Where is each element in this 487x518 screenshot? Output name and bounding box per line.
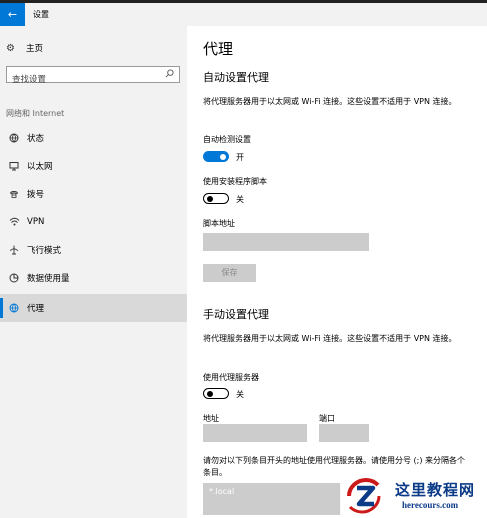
sidebar-item-label: 飞行模式 — [27, 246, 62, 256]
toggle-knob — [206, 390, 213, 397]
setup-script-state: 关 — [236, 195, 244, 204]
manual-proxy-description: 将代理服务器用于以太网或 Wi-Fi 连接。这些设置不适用于 VPN 连接。 — [203, 334, 457, 343]
proxy-port-label: 端口 — [319, 414, 335, 423]
sidebar-item-label: VPN — [27, 217, 45, 227]
setup-script-label: 使用安装程序脚本 — [203, 177, 267, 186]
sidebar-item-label: 拨号 — [27, 190, 45, 200]
globe-icon — [7, 131, 21, 145]
window-title: 设置 — [33, 10, 49, 19]
group-label: 网络和 Internet — [6, 109, 65, 118]
exceptions-value: *.local — [209, 487, 235, 496]
auto-detect-label: 自动检测设置 — [203, 135, 251, 144]
gear-icon: ⚙ — [6, 42, 15, 54]
search-input[interactable] — [7, 72, 157, 88]
sidebar-item-vpn[interactable]: VPN — [0, 208, 187, 236]
use-proxy-state: 关 — [236, 390, 244, 399]
sidebar-item-proxy[interactable]: 代理 — [0, 294, 187, 322]
phone-icon — [7, 187, 21, 201]
auto-detect-toggle[interactable] — [203, 151, 229, 162]
use-proxy-toggle[interactable] — [203, 388, 229, 399]
data-usage-icon — [7, 271, 21, 285]
title-bar: ← 设置 — [0, 3, 487, 26]
watermark: 这里教程网 herecours.com — [340, 475, 487, 518]
sidebar: ⚙ 主页 网络和 Internet 状态 以太网 拨号 VPN — [0, 26, 187, 518]
nav-home-label: 主页 — [26, 44, 44, 54]
main-content: 代理 自动设置代理 将代理服务器用于以太网或 Wi-Fi 连接。这些设置不适用于… — [187, 26, 487, 518]
use-proxy-label: 使用代理服务器 — [203, 373, 259, 382]
watermark-logo-icon — [347, 477, 381, 514]
proxy-address-label: 地址 — [203, 414, 219, 423]
sidebar-item-airplane-mode[interactable]: 飞行模式 — [0, 236, 187, 264]
script-address-input[interactable] — [203, 233, 369, 251]
save-button[interactable]: 保存 — [203, 264, 256, 282]
proxy-port-input[interactable] — [319, 424, 369, 442]
sidebar-item-ethernet[interactable]: 以太网 — [0, 152, 187, 180]
nav-home[interactable]: ⚙ 主页 — [6, 40, 43, 56]
globe-icon — [7, 301, 21, 315]
monitor-icon — [7, 159, 21, 173]
sidebar-item-label: 数据使用量 — [27, 274, 70, 284]
auto-proxy-description: 将代理服务器用于以太网或 Wi-Fi 连接。这些设置不适用于 VPN 连接。 — [203, 97, 457, 106]
manual-proxy-title: 手动设置代理 — [203, 308, 269, 321]
search-box[interactable] — [6, 66, 180, 88]
sidebar-item-data-usage[interactable]: 数据使用量 — [0, 264, 187, 292]
sidebar-item-label: 代理 — [27, 304, 45, 314]
toggle-knob — [206, 195, 213, 202]
vpn-icon — [7, 215, 21, 229]
sidebar-item-label: 状态 — [27, 134, 45, 144]
script-address-label: 脚本地址 — [203, 219, 235, 228]
airplane-icon — [7, 243, 21, 257]
auto-detect-state: 开 — [236, 153, 244, 162]
auto-proxy-title: 自动设置代理 — [203, 71, 269, 84]
back-button[interactable]: ← — [0, 3, 25, 26]
setup-script-toggle[interactable] — [203, 193, 229, 204]
search-icon[interactable] — [165, 69, 174, 78]
sidebar-item-label: 以太网 — [27, 162, 53, 172]
watermark-en: herecours.com — [402, 500, 459, 510]
toggle-knob — [220, 153, 226, 160]
proxy-address-input[interactable] — [203, 424, 307, 442]
arrow-left-icon: ← — [7, 8, 18, 21]
watermark-cn: 这里教程网 — [395, 481, 476, 499]
page-title: 代理 — [203, 40, 234, 58]
sidebar-item-status[interactable]: 状态 — [0, 124, 187, 152]
sidebar-item-dialup[interactable]: 拨号 — [0, 180, 187, 208]
